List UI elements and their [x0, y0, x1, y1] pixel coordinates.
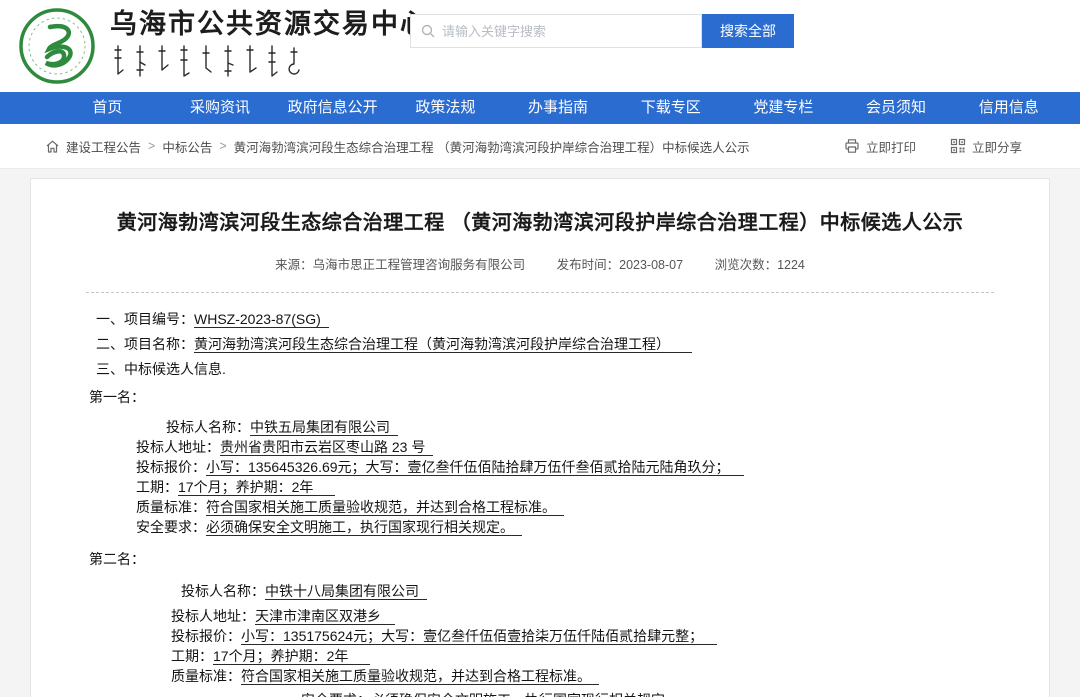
- bidder-name-label: 投标人名称：: [181, 583, 265, 599]
- rank2-heading: 第二名：: [89, 549, 1049, 569]
- candidate1-price: 小写：135645326.69元；大写：壹亿叁仟伍佰陆拾肆万伍仟叁佰贰拾陆元陆角…: [206, 459, 744, 476]
- candidate2-quality: 符合国家相关施工质量验收规范，并达到合格工程标准。: [241, 668, 599, 685]
- candidate1-name: 中铁五局集团有限公司: [250, 419, 398, 436]
- search-all-button[interactable]: 搜索全部: [702, 14, 794, 48]
- publish-label: 发布时间：: [557, 258, 620, 272]
- breadcrumb-actions: 立即打印 立即分享: [810, 137, 1022, 156]
- nav-item-gov-info[interactable]: 政府信息公开: [276, 92, 389, 124]
- candidate2-name-line: 投标人名称：中铁十八局集团有限公司: [181, 581, 1049, 601]
- candidate2-duration: 17个月；养护期：2年: [213, 648, 370, 665]
- nav-item-policies[interactable]: 政策法规: [389, 92, 502, 124]
- print-label: 立即打印: [866, 137, 916, 156]
- candidate1-safety: 必须确保安全文明施工，执行国家现行相关规定。: [206, 519, 522, 536]
- nav-item-member-notice[interactable]: 会员须知: [840, 92, 953, 124]
- candidate2-address: 天津市津南区双港乡: [255, 608, 395, 625]
- search-icon: [421, 24, 435, 38]
- page-title: 黄河海勃湾滨河段生态综合治理工程 （黄河海勃湾滨河段护岸综合治理工程）中标候选人…: [31, 209, 1049, 237]
- bid-price-label: 投标报价：: [171, 628, 241, 644]
- page-main: 黄河海勃湾滨河段生态综合治理工程 （黄河海勃湾滨河段护岸综合治理工程）中标候选人…: [0, 169, 1080, 697]
- candidate1-address: 贵州省贵阳市云岩区枣山路 23 号: [220, 439, 433, 456]
- candidate2-quality-line: 质量标准：符合国家相关施工质量验收规范，并达到合格工程标准。: [171, 666, 1049, 686]
- breadcrumb-separator: >: [219, 139, 226, 153]
- bidder-addr-label: 投标人地址：: [136, 439, 220, 455]
- share-action[interactable]: 立即分享: [950, 137, 1022, 156]
- duration-label: 工期：: [171, 648, 213, 664]
- dashed-divider: [86, 292, 994, 293]
- bid-price-label: 投标报价：: [136, 459, 206, 475]
- nav-item-credit-info[interactable]: 信用信息: [952, 92, 1065, 124]
- site-logo: [18, 7, 96, 85]
- views-count: 1224: [777, 258, 805, 272]
- meta-publish-time: 发布时间：2023-08-07: [557, 258, 683, 272]
- quality-label: 质量标准：: [136, 499, 206, 515]
- candidate1-name-line: 投标人名称：中铁五局集团有限公司: [166, 417, 1049, 437]
- candidates-section-heading: 三、中标候选人信息.: [96, 359, 1049, 379]
- announcement-card: 黄河海勃湾滨河段生态综合治理工程 （黄河海勃湾滨河段护岸综合治理工程）中标候选人…: [30, 178, 1050, 697]
- nav-item-service-guide[interactable]: 办事指南: [502, 92, 615, 124]
- project-number-label: 一、项目编号：: [96, 311, 194, 327]
- nav-item-home[interactable]: 首页: [51, 92, 164, 124]
- home-icon[interactable]: [45, 139, 60, 154]
- candidate2-price: 小写：135175624元；大写：壹亿叁仟伍佰壹拾柒万伍仟陆佰贰拾肆元整；: [241, 628, 717, 645]
- nav-list: 首页 采购资讯 政府信息公开 政策法规 办事指南 下载专区 党建专栏 会员须知 …: [0, 92, 1080, 124]
- candidate1-safety-line: 安全要求：必须确保安全文明施工，执行国家现行相关规定。: [136, 517, 1049, 537]
- nav-item-procurement-news[interactable]: 采购资讯: [164, 92, 277, 124]
- main-nav: 首页 采购资讯 政府信息公开 政策法规 办事指南 下载专区 党建专栏 会员须知 …: [0, 92, 1080, 124]
- candidate2-safety: 必须确保安全文明施工，执行国家现行相关规定。: [371, 692, 687, 697]
- project-number-value: WHSZ-2023-87(SG): [194, 311, 329, 328]
- views-label: 浏览次数：: [715, 258, 778, 272]
- source-label: 来源：: [275, 258, 313, 272]
- meta-views: 浏览次数：1224: [715, 258, 805, 272]
- candidate2-safety-line: 安全要求：必须确保安全文明施工，执行国家现行相关规定。: [301, 690, 1049, 697]
- bidder-addr-label: 投标人地址：: [171, 608, 255, 624]
- project-name-line: 二、项目名称：黄河海勃湾滨河段生态综合治理工程（黄河海勃湾滨河段护岸综合治理工程…: [96, 334, 1049, 354]
- mongolian-script-icon: [110, 44, 320, 78]
- candidate1-quality-line: 质量标准：符合国家相关施工质量验收规范，并达到合格工程标准。: [136, 497, 1049, 517]
- breadcrumb-separator: >: [148, 139, 155, 153]
- breadcrumb: 建设工程公告 > 中标公告 > 黄河海勃湾滨河段生态综合治理工程 （黄河海勃湾滨…: [45, 137, 810, 156]
- candidate1-quality: 符合国家相关施工质量验收规范，并达到合格工程标准。: [206, 499, 564, 516]
- notice-body: 一、项目编号：WHSZ-2023-87(SG) 二、项目名称：黄河海勃湾滨河段生…: [31, 309, 1049, 697]
- publish-date: 2023-08-07: [619, 258, 683, 272]
- candidate1-address-line: 投标人地址：贵州省贵阳市云岩区枣山路 23 号: [136, 437, 1049, 457]
- article-meta: 来源：乌海市思正工程管理咨询服务有限公司 发布时间：2023-08-07 浏览次…: [31, 254, 1049, 273]
- bidder-name-label: 投标人名称：: [166, 419, 250, 435]
- site-header: 乌海市公共资源交易中心 搜索全部: [0, 0, 1080, 92]
- qr-share-icon: [950, 138, 966, 154]
- rank1-heading: 第一名：: [89, 387, 1049, 407]
- brand-block: 乌海市公共资源交易中心: [110, 10, 429, 83]
- candidate2-duration-line: 工期：17个月；养护期：2年: [171, 646, 1049, 666]
- print-action[interactable]: 立即打印: [844, 137, 916, 156]
- site-title: 乌海市公共资源交易中心: [110, 10, 429, 40]
- duration-label: 工期：: [136, 479, 178, 495]
- meta-source: 来源：乌海市思正工程管理咨询服务有限公司: [275, 258, 525, 272]
- share-label: 立即分享: [972, 137, 1022, 156]
- project-number-line: 一、项目编号：WHSZ-2023-87(SG): [96, 309, 1049, 329]
- candidate2-price-line: 投标报价：小写：135175624元；大写：壹亿叁仟伍佰壹拾柒万伍仟陆佰贰拾肆元…: [171, 626, 1049, 646]
- logo-seal-icon: [18, 7, 96, 85]
- candidate1-price-line: 投标报价：小写：135645326.69元；大写：壹亿叁仟伍佰陆拾肆万伍仟叁佰贰…: [136, 457, 1049, 477]
- search-box: [410, 14, 702, 48]
- printer-icon: [844, 138, 860, 154]
- candidate2-address-line: 投标人地址：天津市津南区双港乡: [171, 606, 1049, 626]
- breadcrumb-item-award-notices[interactable]: 中标公告: [162, 137, 212, 156]
- candidate2-name: 中铁十八局集团有限公司: [265, 583, 427, 600]
- safety-label: 安全要求：: [301, 692, 371, 697]
- project-name-label: 二、项目名称：: [96, 336, 194, 352]
- source-value: 乌海市思正工程管理咨询服务有限公司: [313, 258, 526, 272]
- breadcrumb-item-current: 黄河海勃湾滨河段生态综合治理工程 （黄河海勃湾滨河段护岸综合治理工程）中标候选人…: [234, 137, 750, 156]
- nav-item-downloads[interactable]: 下载专区: [614, 92, 727, 124]
- search-group: 搜索全部: [410, 14, 794, 48]
- breadcrumb-bar: 建设工程公告 > 中标公告 > 黄河海勃湾滨河段生态综合治理工程 （黄河海勃湾滨…: [0, 124, 1080, 169]
- project-name-value: 黄河海勃湾滨河段生态综合治理工程（黄河海勃湾滨河段护岸综合治理工程）: [194, 336, 692, 353]
- breadcrumb-item-construction-notices[interactable]: 建设工程公告: [66, 137, 141, 156]
- candidate1-duration: 17个月；养护期：2年: [178, 479, 335, 496]
- nav-item-party-building[interactable]: 党建专栏: [727, 92, 840, 124]
- candidate1-duration-line: 工期：17个月；养护期：2年: [136, 477, 1049, 497]
- safety-label: 安全要求：: [136, 519, 206, 535]
- search-input[interactable]: [442, 24, 691, 39]
- quality-label: 质量标准：: [171, 668, 241, 684]
